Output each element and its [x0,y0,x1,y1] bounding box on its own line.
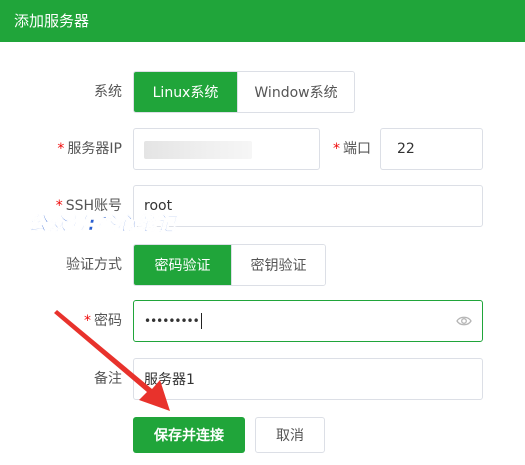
server-ip-label: * 服务器IP [40,139,122,159]
password-label-text: 密码 [94,313,122,329]
port-input[interactable]: 22 [380,128,483,170]
password-value: ••••••••• [144,314,200,328]
key-auth-option[interactable]: 密钥验证 [231,245,325,285]
save-and-connect-button[interactable]: 保存并连接 [133,417,245,453]
cancel-button[interactable]: 取消 [255,417,325,453]
text-caret [200,313,202,329]
port-value: 22 [397,141,415,157]
system-label: 系统 [94,84,122,100]
auth-method-toggle: 密码验证 密钥验证 [133,244,326,286]
server-ip-input[interactable] [133,128,320,170]
password-input[interactable]: ••••••••• [133,300,483,342]
dialog-header: 添加服务器 [0,0,525,42]
remark-label: 备注 [94,371,122,387]
required-mark: * [57,141,65,157]
watermark-text: 公众号:叁心笔记 [28,213,177,236]
remark-value: 服务器1 [144,372,195,388]
port-label: * 端口 [326,139,371,159]
linux-system-option[interactable]: Linux系统 [134,72,237,112]
ssh-account-input[interactable]: root [133,185,483,227]
auth-method-label: 验证方式 [66,257,122,273]
password-label: * 密码 [60,311,122,331]
dialog-title: 添加服务器 [14,12,90,30]
system-toggle: Linux系统 Window系统 [133,71,355,113]
password-auth-option[interactable]: 密码验证 [134,245,231,285]
port-label-text: 端口 [343,141,371,157]
server-ip-label-text: 服务器IP [67,141,122,157]
required-mark: * [84,313,91,329]
window-system-option[interactable]: Window系统 [237,72,354,112]
remark-input[interactable]: 服务器1 [133,358,483,400]
server-ip-redacted [144,141,252,159]
eye-icon[interactable] [456,314,472,328]
required-mark: * [333,141,340,157]
